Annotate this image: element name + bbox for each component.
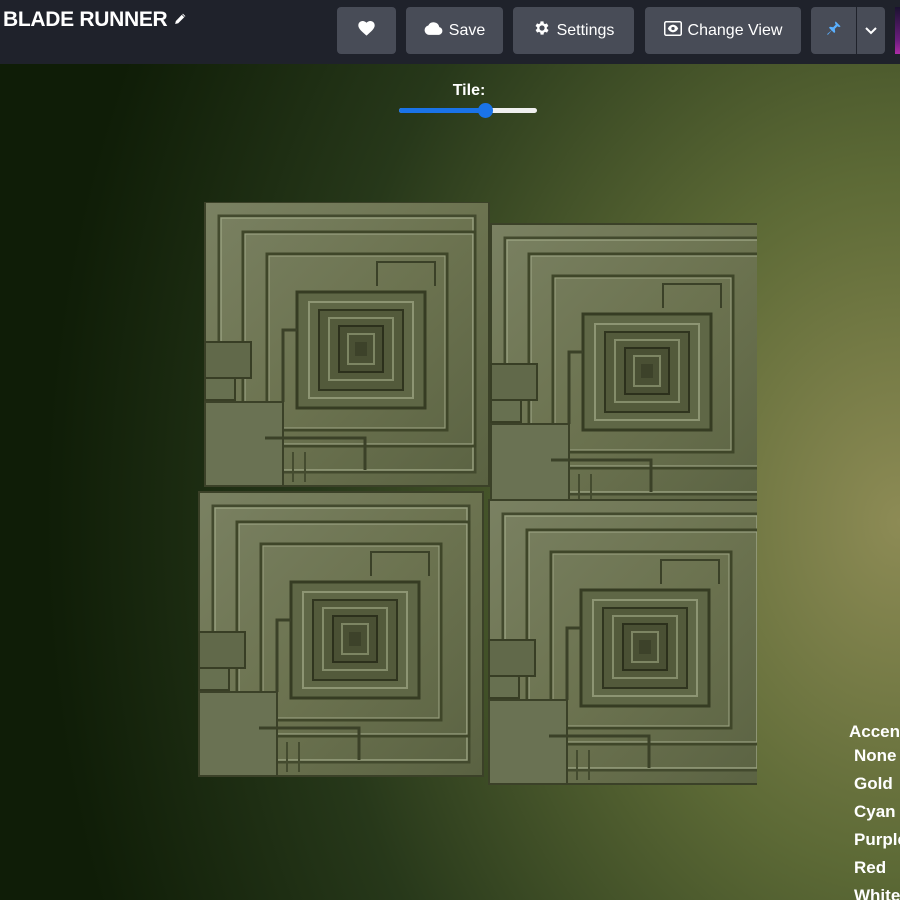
save-button[interactable]: Save [406, 7, 503, 54]
pencil-icon[interactable] [173, 8, 187, 32]
pin-icon [825, 20, 842, 42]
tile-bottom-right [487, 498, 775, 786]
tile-top-left [203, 200, 491, 488]
chevron-down-icon [865, 22, 877, 40]
change-view-label: Change View [687, 21, 783, 39]
tile-slider-fill [399, 108, 485, 113]
eye-icon [663, 20, 682, 41]
top-bar: BLADE RUNNER Save Settings Change View [0, 0, 900, 64]
cloud-icon [424, 21, 443, 40]
gear-icon [533, 19, 551, 42]
accent-option-gold[interactable]: Gold [854, 772, 900, 800]
favorite-button[interactable] [337, 7, 396, 54]
avatar[interactable] [895, 7, 900, 54]
accent-menu: Accent None Gold Cyan Purple Red White [849, 722, 900, 900]
accent-options: None Gold Cyan Purple Red White [854, 744, 900, 900]
pin-button[interactable] [811, 7, 856, 54]
tile-top-right [489, 222, 777, 510]
heart-icon [358, 20, 375, 41]
tile-label: Tile: [452, 82, 486, 99]
tile-control: Tile: [399, 82, 539, 119]
more-options-dropdown[interactable] [857, 7, 885, 54]
tile-texture-image [197, 200, 777, 786]
tile-preview-canvas[interactable] [195, 200, 777, 793]
accent-option-cyan[interactable]: Cyan [854, 800, 900, 828]
change-view-button[interactable]: Change View [645, 7, 801, 54]
settings-label: Settings [556, 21, 615, 39]
project-title-text: BLADE RUNNER [3, 8, 168, 31]
settings-button[interactable]: Settings [513, 7, 634, 54]
accent-option-none[interactable]: None [854, 744, 900, 772]
tile-slider[interactable] [399, 101, 537, 119]
accent-option-white[interactable]: White [854, 884, 900, 900]
accent-title: Accent [849, 722, 900, 741]
accent-option-red[interactable]: Red [854, 856, 900, 884]
tile-slider-thumb[interactable] [477, 103, 493, 118]
accent-option-purple[interactable]: Purple [854, 828, 900, 856]
save-label: Save [448, 21, 486, 39]
tile-bottom-left [197, 490, 485, 778]
project-title: BLADE RUNNER [3, 8, 187, 32]
